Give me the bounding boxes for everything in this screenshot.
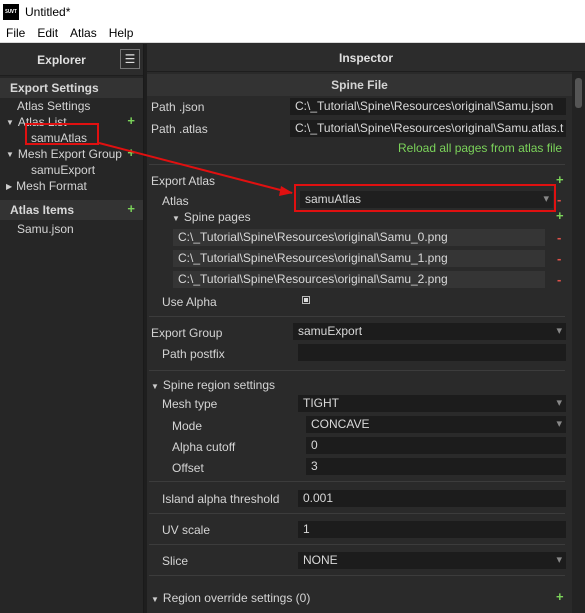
chevron-down-icon: ▾ <box>556 397 562 409</box>
inspector-title: Inspector <box>147 44 585 72</box>
window-title: Untitled* <box>25 4 71 19</box>
region-settings-label: Spine region settings <box>162 378 275 392</box>
divider <box>149 164 565 165</box>
export-group-dropdown[interactable]: samuExport ▾ <box>292 322 567 341</box>
tree-item-samu-json-label: Samu.json <box>17 222 74 236</box>
mode-label: Mode <box>172 419 203 433</box>
path-atlas-label: Path .atlas <box>151 122 208 136</box>
tree-atlas-settings[interactable]: Atlas Settings <box>0 98 143 114</box>
chevron-down-icon: ▾ <box>556 418 562 430</box>
add-atlas-icon[interactable]: + <box>127 113 135 128</box>
annotation-highlight-samuatlas <box>25 123 99 145</box>
mesh-type-label: Mesh type <box>162 397 218 411</box>
add-atlas-item-icon[interactable]: + <box>127 201 135 216</box>
menu-atlas[interactable]: Atlas <box>64 26 103 40</box>
uv-scale-input[interactable]: 1 <box>297 520 567 539</box>
menu-help[interactable]: Help <box>103 26 140 40</box>
export-settings-header[interactable]: Export Settings <box>0 78 143 98</box>
explorer-panel: Explorer ☰ Export Settings Atlas Setting… <box>0 44 144 613</box>
atlas-items-header[interactable]: Atlas Items + <box>0 200 143 220</box>
divider <box>149 481 565 482</box>
island-alpha-input[interactable]: 0.001 <box>297 489 567 508</box>
slice-label: Slice <box>162 554 189 568</box>
region-override-toggle[interactable]: ▼ Region override settings (0) <box>151 591 310 605</box>
atlas-items-header-label: Atlas Items <box>10 203 75 217</box>
tree-item-samuexport-label: samuExport <box>31 163 96 177</box>
mode-dropdown[interactable]: CONCAVE ▾ <box>305 415 567 434</box>
alpha-cutoff-input[interactable]: 0 <box>305 436 567 455</box>
remove-spine-page-icon[interactable]: - <box>557 251 561 266</box>
spine-page-field[interactable]: C:\_Tutorial\Spine\Resources\original\Sa… <box>172 228 546 247</box>
spine-pages-toggle[interactable]: ▼ Spine pages <box>172 210 251 224</box>
tree-mesh-format-label: Mesh Format <box>16 179 87 193</box>
remove-spine-page-icon[interactable]: - <box>557 272 561 287</box>
title-bar: SUVT Untitled* <box>0 0 585 23</box>
menu-bar: File Edit Atlas Help <box>0 23 585 43</box>
add-region-override-icon[interactable]: + <box>556 589 564 604</box>
slice-dropdown-value: NONE <box>303 553 338 567</box>
add-export-group-icon[interactable]: + <box>127 145 135 160</box>
tree-mesh-format[interactable]: ▶ Mesh Format <box>0 178 143 194</box>
chevron-down-icon: ▾ <box>556 554 562 566</box>
export-atlas-label: Export Atlas <box>151 174 216 188</box>
mesh-type-dropdown-value: TIGHT <box>303 396 339 410</box>
chevron-right-icon[interactable]: ▶ <box>6 182 12 191</box>
alpha-cutoff-label: Alpha cutoff <box>172 440 236 454</box>
mesh-type-dropdown[interactable]: TIGHT ▾ <box>297 394 567 413</box>
tree-item-samu-json[interactable]: Samu.json <box>0 220 143 238</box>
reload-pages-link[interactable]: Reload all pages from atlas file <box>398 141 562 155</box>
explorer-title: Explorer <box>37 52 86 67</box>
chevron-down-icon: ▼ <box>151 595 159 604</box>
path-json-label: Path .json <box>151 100 205 114</box>
region-settings-toggle[interactable]: ▼ Spine region settings <box>151 378 275 392</box>
path-atlas-field[interactable]: C:\_Tutorial\Spine\Resources\original\Sa… <box>289 119 567 138</box>
spine-page-field[interactable]: C:\_Tutorial\Spine\Resources\original\Sa… <box>172 270 546 289</box>
add-export-atlas-icon[interactable]: + <box>556 172 564 187</box>
spine-file-header: Spine File <box>147 74 572 96</box>
use-alpha-label: Use Alpha <box>162 295 217 309</box>
chevron-down-icon: ▼ <box>172 214 180 223</box>
region-override-label: Region override settings (0) <box>162 591 311 605</box>
chevron-down-icon[interactable]: ▼ <box>6 150 14 159</box>
remove-spine-page-icon[interactable]: - <box>557 230 561 245</box>
divider <box>149 370 565 371</box>
annotation-highlight-atlas-dropdown <box>294 184 556 212</box>
use-alpha-checkbox[interactable] <box>302 296 310 304</box>
spine-page-field[interactable]: C:\_Tutorial\Spine\Resources\original\Sa… <box>172 249 546 268</box>
explorer-header: Explorer ☰ <box>0 44 143 76</box>
inspector-scrollbar[interactable] <box>572 72 585 613</box>
tree-item-samuexport[interactable]: samuExport <box>0 162 143 178</box>
tree-mesh-export-group[interactable]: ▼ Mesh Export Group + <box>0 145 143 162</box>
chevron-down-icon[interactable]: ▼ <box>6 118 14 127</box>
app-icon: SUVT <box>3 3 19 20</box>
uv-scale-label: UV scale <box>162 523 211 537</box>
slice-dropdown[interactable]: NONE ▾ <box>297 551 567 570</box>
divider <box>149 575 565 576</box>
tree-atlas-settings-label: Atlas Settings <box>17 99 91 113</box>
path-postfix-input[interactable] <box>297 343 567 362</box>
tree-mesh-export-group-label: Mesh Export Group <box>17 147 122 161</box>
spine-pages-label: Spine pages <box>183 210 251 224</box>
offset-input[interactable]: 3 <box>305 457 567 476</box>
chevron-down-icon: ▾ <box>556 325 562 337</box>
menu-edit[interactable]: Edit <box>31 26 64 40</box>
divider <box>149 544 565 545</box>
path-postfix-label: Path postfix <box>162 347 225 361</box>
export-group-label: Export Group <box>151 326 223 340</box>
path-json-field[interactable]: C:\_Tutorial\Spine\Resources\original\Sa… <box>289 97 567 116</box>
divider <box>149 316 565 317</box>
atlas-label: Atlas <box>162 194 189 208</box>
hamburger-menu-icon[interactable]: ☰ <box>120 49 140 69</box>
offset-label: Offset <box>172 461 204 475</box>
mode-dropdown-value: CONCAVE <box>311 417 370 431</box>
add-spine-page-icon[interactable]: + <box>556 208 564 223</box>
divider <box>149 513 565 514</box>
export-group-dropdown-value: samuExport <box>298 324 363 338</box>
inspector-panel: Inspector Spine File Path .json C:\_Tuto… <box>147 44 585 613</box>
island-alpha-label: Island alpha threshold <box>162 492 280 506</box>
remove-atlas-icon[interactable]: - <box>557 192 561 207</box>
chevron-down-icon: ▼ <box>151 382 159 391</box>
menu-file[interactable]: File <box>0 26 31 40</box>
scrollbar-thumb[interactable] <box>575 78 582 108</box>
